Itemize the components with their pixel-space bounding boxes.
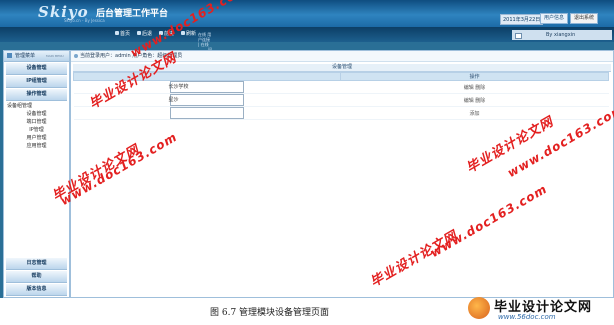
sidebar-submenu: 设备组管理 设备管理 端口管理 IP管理 用户管理 应用管理 xyxy=(4,101,69,150)
figure-caption: 图 6.7 管理模块设备管理页面 xyxy=(210,308,330,318)
toolbar-extra-line1: 在线 用户连接 | 在线 xyxy=(198,32,212,47)
user-info-button[interactable]: 用户信息 xyxy=(540,13,569,24)
device-name-value: 长沙学校 xyxy=(168,84,189,90)
sidebar-item-device-group[interactable]: 设备组管理 xyxy=(4,102,69,110)
nav-refresh-label: 刷新 xyxy=(186,31,197,37)
sidebar-section-help[interactable]: 帮助 xyxy=(6,271,67,283)
menu-icon xyxy=(7,53,12,58)
device-name-value: 星沙 xyxy=(168,97,179,103)
table-cell-op: 添加 xyxy=(340,106,609,120)
sidebar-section-device[interactable]: 设备管理 xyxy=(6,63,67,75)
sidebar-section-version[interactable]: 版本信息 xyxy=(6,284,67,296)
sidebar-header-sub: MAIN MENU xyxy=(46,54,64,58)
table-cell-op: 编辑 删除 xyxy=(340,93,609,107)
window-icon xyxy=(515,33,522,39)
welcome-text: By xiangxin xyxy=(546,32,576,38)
device-name-field[interactable]: 星沙 xyxy=(168,94,244,106)
bullet-icon xyxy=(74,54,78,58)
nav-home-label: 首页 xyxy=(120,31,131,37)
table-row: 长沙学校 编辑 删除 xyxy=(73,80,609,94)
exit-button[interactable]: 退出系统 xyxy=(570,13,599,24)
row-actions[interactable]: 编辑 删除 xyxy=(464,85,486,91)
nav-home[interactable]: 首页 xyxy=(115,30,130,37)
table-cell-op: 编辑 删除 xyxy=(340,80,609,94)
device-name-field[interactable]: 长沙学校 xyxy=(168,81,244,93)
sidebar-item-ip[interactable]: IP管理 xyxy=(4,126,69,134)
home-icon xyxy=(115,31,119,35)
table-row: 星沙 编辑 删除 xyxy=(73,93,609,107)
sidebar-item-device[interactable]: 设备管理 xyxy=(4,110,69,118)
column-header-operation: 操作 xyxy=(340,72,609,81)
add-action[interactable]: 添加 xyxy=(469,111,479,117)
welcome-bar: By xiangxin xyxy=(512,30,612,40)
main-panel: 当前登录用户：admin 用户角色：超级管理员 设备管理 操作 长沙学校 编辑 … xyxy=(70,50,614,298)
sidebar-header-label: 管理菜单 xyxy=(15,53,36,59)
sidebar-section-ip-group[interactable]: IP组管理 xyxy=(6,76,67,88)
sidebar: 管理菜单 MAIN MENU 设备管理 IP组管理 操作管理 设备组管理 设备管… xyxy=(3,50,70,298)
row-actions[interactable]: 编辑 删除 xyxy=(464,98,486,104)
sidebar-section-operation[interactable]: 操作管理 xyxy=(6,89,67,101)
app-title: 后台管理工作平台 xyxy=(96,9,169,19)
table-cell-name xyxy=(73,106,341,120)
date-display: 2011年3月22日 xyxy=(500,14,544,25)
sidebar-header: 管理菜单 MAIN MENU xyxy=(4,51,69,62)
brand-url: www.56doc.com xyxy=(498,313,556,321)
sidebar-section-log[interactable]: 日志管理 xyxy=(6,258,67,270)
header-bar: Skiyo Skiyo.cn - By Jessica 后台管理工作平台 201… xyxy=(0,0,614,27)
new-device-name-field[interactable] xyxy=(169,107,244,119)
site-brand: 毕业设计论文网 www.56doc.com xyxy=(466,294,612,324)
sidebar-bottom: 日志管理 帮助 版本信息 xyxy=(4,257,69,297)
device-table: 操作 长沙学校 编辑 删除 星沙 编辑 删除 添加 xyxy=(73,72,609,120)
sidebar-item-application[interactable]: 应用管理 xyxy=(4,142,69,150)
back-icon xyxy=(137,31,141,35)
sidebar-item-user[interactable]: 用户管理 xyxy=(4,134,69,142)
table-row: 添加 xyxy=(73,106,609,120)
app-window: Skiyo Skiyo.cn - By Jessica 后台管理工作平台 201… xyxy=(0,0,614,298)
sidebar-item-port[interactable]: 端口管理 xyxy=(4,118,69,126)
brand-logo-icon xyxy=(468,297,490,319)
